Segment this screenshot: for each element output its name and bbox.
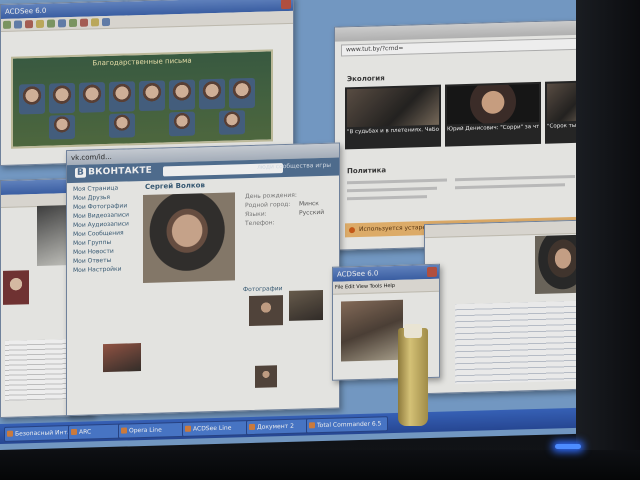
power-led-icon bbox=[555, 444, 581, 449]
file-list bbox=[455, 300, 589, 385]
vk-url: vk.com/id... bbox=[71, 152, 112, 163]
portrait-photo bbox=[109, 113, 135, 138]
section-heading: Экология bbox=[347, 74, 385, 84]
toolbar-icon[interactable] bbox=[47, 19, 55, 28]
vk-logo[interactable]: В ВКОНТАКТЕ bbox=[75, 166, 152, 178]
section-heading: Политика bbox=[347, 166, 387, 176]
news-tile-caption: Юрий Денисович: "Сорри" за что ишь ведь … bbox=[447, 123, 539, 133]
usb-drive-cap bbox=[404, 324, 422, 338]
acdsee-window[interactable]: ACDSee 6.0 Благодарственные письма bbox=[0, 0, 294, 166]
taskbar-button[interactable]: Безопасный Инт... bbox=[4, 424, 76, 442]
news-text-line bbox=[347, 186, 437, 193]
taskbar-button[interactable]: Opera Line bbox=[118, 421, 190, 439]
photo-thumbnail[interactable] bbox=[289, 289, 323, 321]
portrait-photo bbox=[79, 82, 105, 113]
portrait-photo bbox=[49, 114, 75, 140]
portrait-photo bbox=[229, 77, 255, 109]
vk-logo-text: ВКОНТАКТЕ bbox=[88, 165, 153, 178]
taskbar-button[interactable]: Документ 2 bbox=[246, 418, 314, 436]
news-text-line bbox=[347, 178, 447, 185]
monitor-screen: ACDSee 6.0 Благодарственные письма www.t… bbox=[0, 0, 596, 451]
toolbar-icon[interactable] bbox=[80, 18, 88, 27]
toolbar-icon[interactable] bbox=[25, 20, 33, 29]
portrait-photo bbox=[199, 78, 225, 110]
toolbar-icon[interactable] bbox=[14, 20, 22, 29]
menu-item[interactable]: Мои Настройки bbox=[73, 264, 135, 275]
news-text-line bbox=[455, 183, 565, 190]
vk-side-menu: Моя Страница Мои Друзья Мои Фотографии М… bbox=[73, 183, 135, 275]
profile-photo bbox=[3, 270, 29, 305]
news-text-line bbox=[347, 195, 427, 201]
warning-icon bbox=[349, 227, 355, 234]
monitor-bezel-right bbox=[576, 0, 640, 480]
news-photo bbox=[347, 86, 439, 128]
portrait-photo bbox=[169, 79, 195, 111]
profile-avatar[interactable] bbox=[143, 192, 235, 284]
photo-thumbnail[interactable] bbox=[103, 343, 141, 373]
toolbar-icon[interactable] bbox=[91, 18, 99, 27]
toolbar-icon[interactable] bbox=[69, 18, 77, 28]
vk-logo-box: В bbox=[75, 167, 87, 178]
vk-top-nav[interactable]: люди сообщества игры bbox=[257, 162, 331, 171]
taskbar-button[interactable]: Total Commander 6.5 bbox=[306, 416, 388, 434]
collage-banner: Благодарственные письма bbox=[92, 56, 192, 68]
close-icon[interactable] bbox=[281, 0, 291, 10]
photo-thumbnail[interactable] bbox=[249, 295, 283, 327]
news-tile-caption: "В судьбах и в плетениях. ЧаБоБи?" Как в… bbox=[347, 126, 439, 136]
usb-flash-drive bbox=[398, 328, 428, 426]
desk-surface bbox=[0, 450, 640, 480]
news-tile[interactable]: Юрий Денисович: "Сорри" за что ишь ведь … bbox=[445, 81, 541, 147]
portrait-photo bbox=[139, 80, 165, 112]
toolbar-icon[interactable] bbox=[3, 20, 11, 29]
profile-name: Сергей Волков bbox=[145, 181, 205, 191]
toolbar-icon[interactable] bbox=[58, 19, 66, 28]
profile-info: День рождения: Родной город: Минск Языки:… bbox=[245, 188, 340, 228]
news-text-line bbox=[455, 174, 575, 182]
portrait-photo bbox=[169, 111, 195, 137]
photos-heading[interactable]: Фотографии bbox=[243, 285, 283, 293]
close-icon[interactable] bbox=[427, 266, 437, 278]
group-photo-collage: Благодарственные письма bbox=[11, 49, 273, 149]
portrait-photo bbox=[219, 110, 245, 135]
news-photo bbox=[447, 83, 539, 125]
portrait-photo bbox=[109, 81, 135, 112]
taskbar-button[interactable]: ACDSee Line bbox=[182, 419, 254, 437]
photo-thumbnail[interactable] bbox=[255, 365, 277, 388]
news-browser-window[interactable]: www.tut.by/?crnd= Экология "В судьбах и … bbox=[334, 19, 596, 251]
vkontakte-window[interactable]: vk.com/id... В ВКОНТАКТЕ люди сообщества … bbox=[66, 142, 340, 417]
menu-bar: File Edit View Tools Help bbox=[333, 278, 439, 295]
file-manager-window[interactable] bbox=[424, 219, 596, 395]
news-tile[interactable]: "В судьбах и в плетениях. ЧаБоБи?" Как в… bbox=[345, 84, 441, 150]
portrait-photo bbox=[19, 83, 45, 115]
portrait-photo bbox=[49, 82, 75, 114]
preview-photo bbox=[341, 299, 403, 362]
toolbar-icon[interactable] bbox=[36, 19, 44, 28]
toolbar-icon[interactable] bbox=[102, 17, 110, 27]
